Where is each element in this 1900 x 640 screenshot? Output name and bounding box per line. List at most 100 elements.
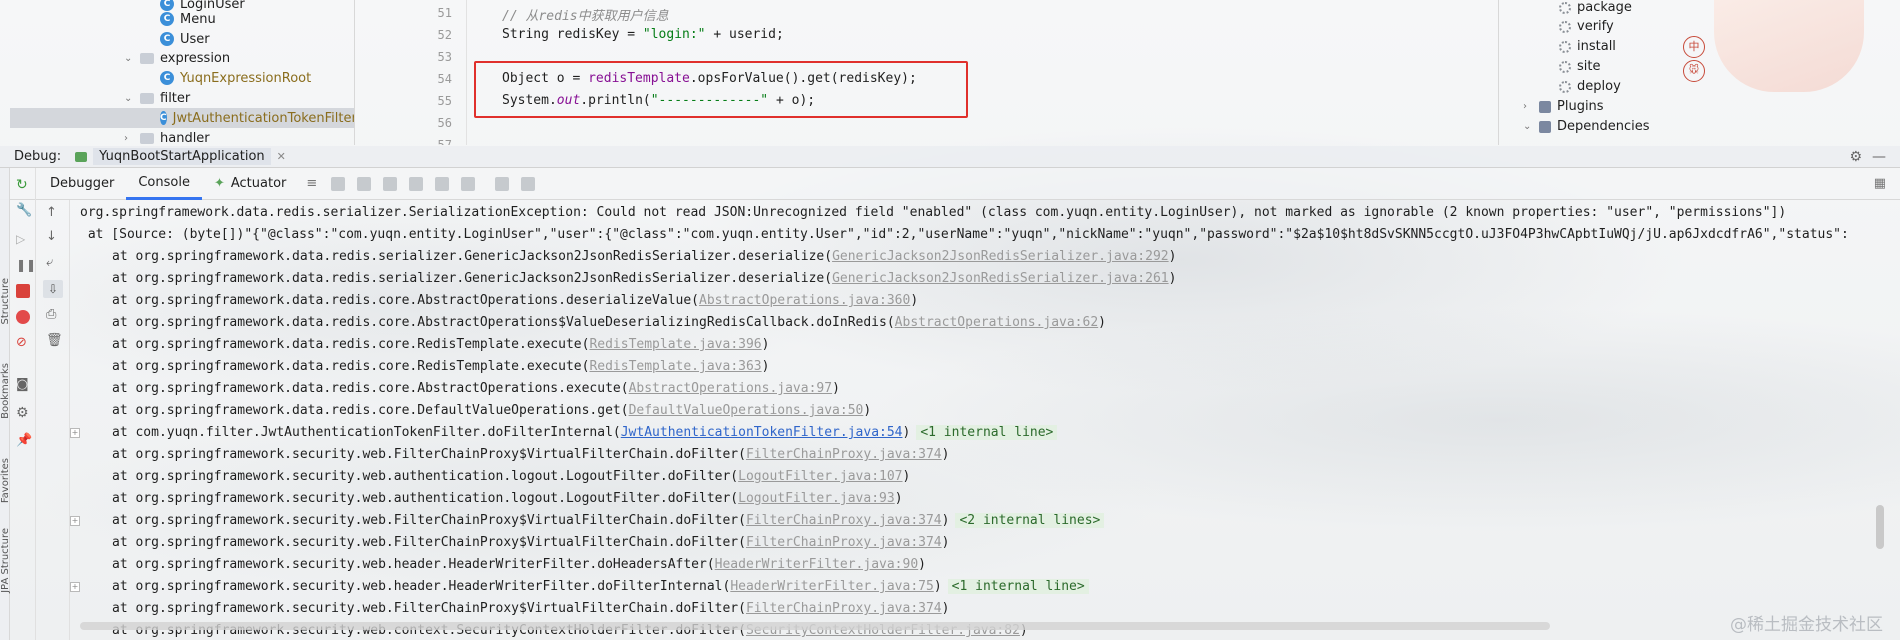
exception-header: org.springframework.data.redis.serialize… — [80, 205, 1787, 220]
minimize-icon[interactable]: — — [1872, 149, 1886, 165]
wrench-icon[interactable]: 🔧 — [16, 204, 32, 218]
stack-trace-line: at org.springframework.data.redis.serial… — [112, 249, 1177, 264]
decorative-illustration — [1714, 0, 1864, 92]
tree-item-jwtauthenticationtokenfilter[interactable]: C JwtAuthenticationTokenFilter — [10, 108, 354, 128]
debug-session-tab[interactable]: YuqnBootStartApplication — [93, 148, 271, 165]
trace-icon[interactable] — [521, 176, 536, 191]
rerun-icon[interactable]: ↻ — [16, 178, 30, 192]
editor-gutter: 51 52 53 54 55 56 57 — [355, 0, 467, 145]
source-link[interactable]: GenericJackson2JsonRedisSerializer.java:… — [832, 271, 1169, 286]
run-to-cursor-icon[interactable] — [461, 176, 476, 191]
maven-lifecycle-package[interactable]: package — [1559, 0, 1632, 15]
class-icon: C — [160, 111, 167, 125]
trash-icon[interactable]: 🗑 — [46, 334, 63, 348]
maven-folder-plugins[interactable]: › Plugins — [1523, 99, 1604, 114]
step-over-icon[interactable] — [331, 176, 346, 191]
tree-item-filter[interactable]: ⌄ filter — [124, 88, 190, 108]
pin-icon[interactable]: 📌 — [16, 434, 32, 448]
source-link[interactable]: JwtAuthenticationTokenFilter.java:54 — [621, 425, 903, 440]
source-link[interactable]: DefaultValueOperations.java:50 — [629, 403, 864, 418]
debug-label: Debug: — [14, 149, 62, 164]
tree-item-user[interactable]: C User — [160, 29, 210, 49]
close-icon[interactable]: ✕ — [277, 150, 286, 163]
stack-trace-line: at [Source: (byte[])"{"@class":"com.yuqn… — [80, 227, 1849, 242]
source-link[interactable]: LogoutFilter.java:93 — [738, 491, 895, 506]
chevron-right-icon[interactable]: › — [124, 133, 138, 144]
tree-item-expression[interactable]: ⌄ expression — [124, 48, 230, 68]
source-link[interactable]: RedisTemplate.java:363 — [589, 359, 761, 374]
project-tree: C LoginUser C Menu C User ⌄ expression C Yuqn… — [0, 0, 355, 145]
debug-toolwindow-header: Debug: YuqnBootStartApplication ✕ ⚙ — — [0, 146, 1900, 168]
source-link[interactable]: AbstractOperations.java:62 — [895, 315, 1099, 330]
class-icon: C — [160, 12, 174, 26]
source-link[interactable]: RedisTemplate.java:396 — [589, 337, 761, 352]
chevron-down-icon[interactable]: ⌄ — [1523, 121, 1537, 132]
scroll-to-end-icon[interactable]: ⇩ — [43, 280, 63, 298]
tab-console[interactable]: Console — [126, 168, 202, 200]
soft-wrap-icon[interactable]: ⤶ — [46, 256, 60, 270]
source-link[interactable]: AbstractOperations.java:360 — [699, 293, 910, 308]
console-output[interactable]: org.springframework.data.redis.serialize… — [70, 200, 1870, 640]
maven-lifecycle-site[interactable]: site — [1559, 59, 1600, 74]
maven-lifecycle-deploy[interactable]: deploy — [1559, 79, 1621, 94]
menu-icon[interactable]: ≡ — [306, 176, 317, 191]
mute-breakpoints-icon[interactable]: ⊘ — [16, 336, 30, 350]
pause-icon[interactable]: ❚❚ — [16, 258, 36, 272]
gear-icon — [1559, 40, 1571, 53]
layout-icon[interactable]: ▦ — [1874, 176, 1886, 191]
expand-fold-icon[interactable]: + — [70, 582, 80, 592]
settings-icon[interactable]: ⚙ — [16, 406, 30, 420]
folder-icon — [1539, 120, 1551, 133]
tab-actuator[interactable]: ✦ Actuator — [202, 168, 298, 200]
side-tool-strip: Structure Bookmarks Favorites JPA Struct… — [0, 168, 11, 640]
view-breakpoints-icon[interactable] — [16, 310, 30, 324]
tree-item-yuqnexpressionroot[interactable]: C YuqnExpressionRoot — [160, 68, 311, 88]
expand-fold-icon[interactable]: + — [70, 428, 80, 438]
source-link[interactable]: LogoutFilter.java:107 — [738, 469, 902, 484]
drop-frame-icon[interactable] — [435, 176, 450, 191]
print-icon[interactable]: ⎙ — [46, 308, 60, 322]
stop-icon[interactable] — [16, 284, 30, 298]
code-line-51: // 从redis中获取用户信息 — [502, 9, 669, 24]
chevron-down-icon[interactable]: ⌄ — [124, 53, 138, 64]
step-out-icon[interactable] — [409, 176, 424, 191]
source-link[interactable]: FilterChainProxy.java:374 — [746, 447, 942, 462]
tree-item-handler[interactable]: › handler — [124, 128, 210, 146]
debug-actions-strip: ↻ 🔧 ▷ ❚❚ ⊘ ◙ ⚙ 📌 — [10, 168, 36, 640]
gear-icon — [1559, 60, 1571, 73]
internal-lines-badge[interactable]: <1 internal line> — [916, 425, 1058, 440]
class-icon: C — [160, 32, 174, 46]
stack-trace-line: at org.springframework.security.web.Filt… — [112, 447, 950, 462]
stack-trace-line: at org.springframework.data.redis.core.R… — [112, 359, 770, 374]
debug-tabs-bar: Debugger Console ✦ Actuator ≡ ▦ — [0, 168, 1900, 200]
maven-lifecycle-install[interactable]: install — [1559, 39, 1616, 54]
chevron-down-icon[interactable]: ⌄ — [124, 93, 138, 104]
source-link[interactable]: FilterChainProxy.java:374 — [746, 513, 942, 528]
arrow-up-icon[interactable]: ↑ — [46, 206, 60, 220]
settings-gear-icon[interactable]: ⚙ — [1849, 149, 1862, 165]
source-link[interactable]: HeaderWriterFilter.java:75 — [730, 579, 934, 594]
source-link[interactable]: GenericJackson2JsonRedisSerializer.java:… — [832, 249, 1169, 264]
arrow-down-icon[interactable]: ↓ — [46, 230, 60, 244]
source-link[interactable]: AbstractOperations.java:97 — [629, 381, 833, 396]
source-link[interactable]: FilterChainProxy.java:374 — [746, 535, 942, 550]
horizontal-scrollbar[interactable] — [80, 622, 1550, 630]
internal-lines-badge[interactable]: <2 internal lines> — [955, 513, 1105, 528]
step-into-icon[interactable] — [357, 176, 372, 191]
force-step-into-icon[interactable] — [383, 176, 398, 191]
line-number: 54 — [437, 72, 452, 86]
internal-lines-badge[interactable]: <1 internal line> — [947, 579, 1089, 594]
vertical-scrollbar[interactable] — [1876, 505, 1884, 549]
source-link[interactable]: HeaderWriterFilter.java:90 — [715, 557, 919, 572]
camera-icon[interactable]: ◙ — [16, 378, 30, 392]
maven-folder-dependencies[interactable]: ⌄ Dependencies — [1523, 119, 1650, 134]
line-number: 53 — [437, 50, 452, 64]
chevron-right-icon[interactable]: › — [1523, 101, 1537, 112]
tree-item-menu[interactable]: C Menu — [160, 9, 216, 29]
tab-debugger[interactable]: Debugger — [38, 168, 126, 200]
evaluate-icon[interactable] — [495, 176, 510, 191]
maven-lifecycle-verify[interactable]: verify — [1559, 19, 1614, 34]
source-link[interactable]: FilterChainProxy.java:374 — [746, 601, 942, 616]
expand-fold-icon[interactable]: + — [70, 516, 80, 526]
resume-icon[interactable]: ▷ — [16, 232, 30, 246]
